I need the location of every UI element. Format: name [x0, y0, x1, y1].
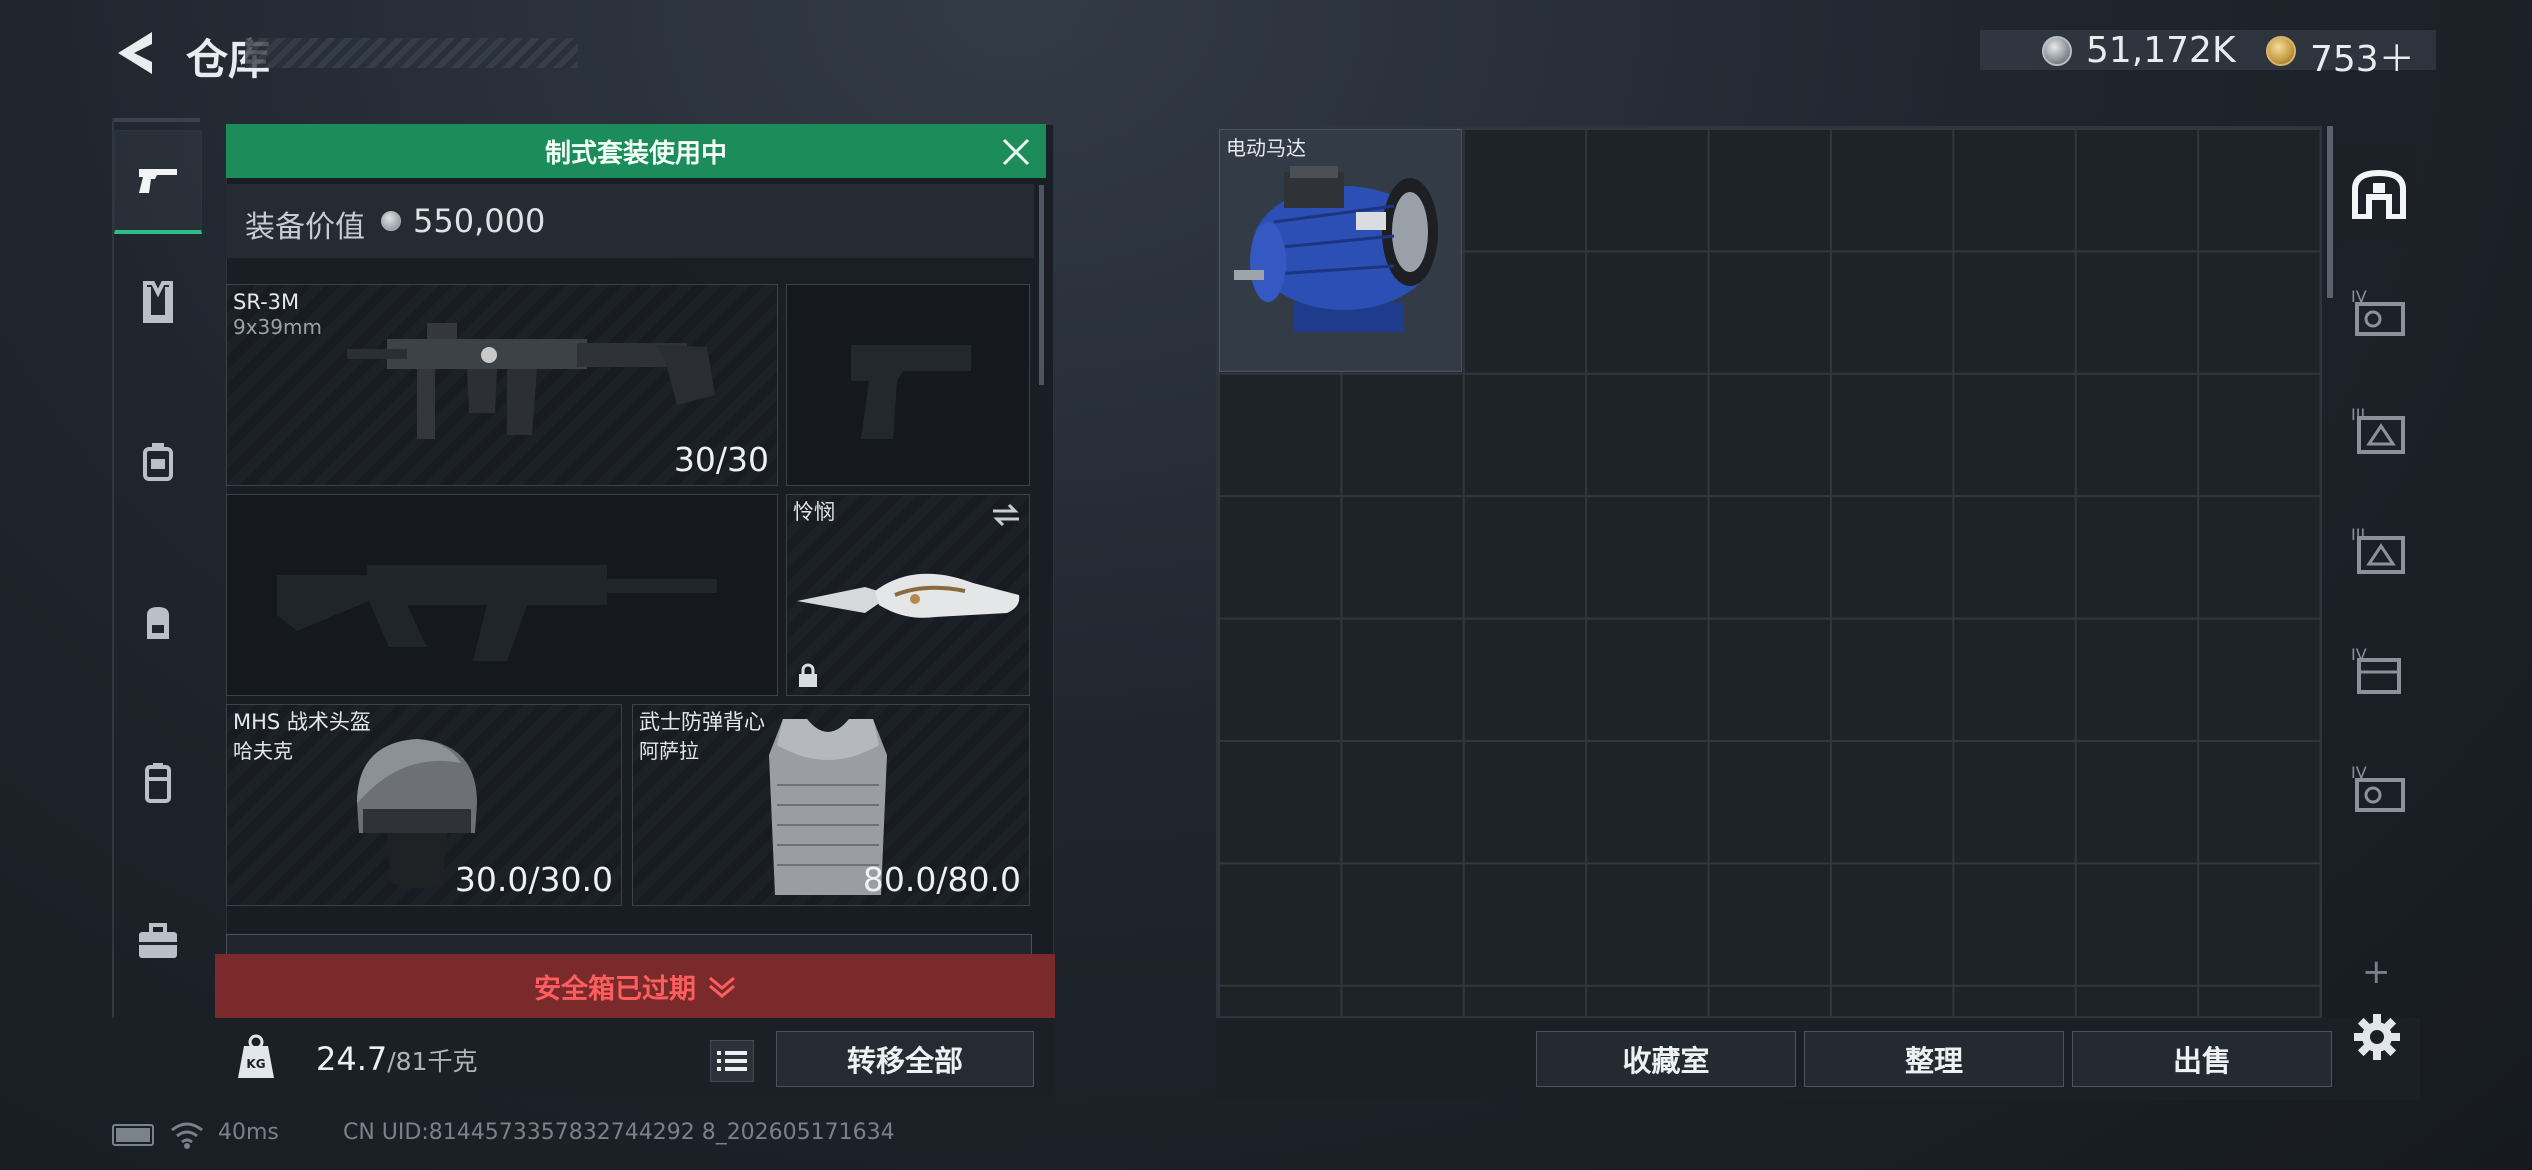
helmet-durability: 30.0/30.0: [454, 860, 613, 899]
back-arrow-icon[interactable]: [112, 28, 162, 78]
close-icon[interactable]: [1000, 136, 1032, 168]
gold-currency-amount[interactable]: 753＋: [2310, 30, 2415, 82]
safe-box-expired-notice[interactable]: 安全箱已过期: [215, 954, 1055, 1018]
secondary-primary-slot[interactable]: [226, 494, 778, 696]
secondary-weapon-slot[interactable]: [786, 284, 1030, 486]
helmet-slot[interactable]: MHS 战术头盔 哈夫克 30.0/30.0: [226, 704, 622, 906]
silver-coin-icon: [2042, 36, 2072, 66]
gold-coin-icon: [2266, 36, 2296, 66]
weight-current: 24.7: [316, 1040, 388, 1078]
sidebar-item-chest-rig[interactable]: [114, 410, 202, 514]
list-icon: [717, 1051, 747, 1071]
tab-container-3[interactable]: III: [2340, 500, 2418, 604]
tab-container-5[interactable]: IV: [2340, 738, 2418, 842]
silver-coin-icon: [381, 211, 401, 231]
sidebar-item-weapons[interactable]: [114, 130, 202, 234]
sidebar-item-backpack[interactable]: [114, 570, 202, 674]
body-armor-slot[interactable]: 武士防弹背心 阿萨拉 80.0/80.0: [632, 704, 1030, 906]
helmet-brand: 哈夫克: [233, 739, 293, 763]
container-icon: IV: [2351, 763, 2405, 812]
silver-currency-amount[interactable]: 51,172K: [2086, 30, 2236, 71]
electric-motor-image: [1234, 166, 1438, 332]
sidebar-item-safe-box[interactable]: [114, 890, 202, 994]
container-icon: III: [2351, 525, 2405, 574]
tab-container-1[interactable]: IV: [2340, 262, 2418, 366]
wifi-icon: [171, 1122, 203, 1149]
sell-button[interactable]: 出售: [2072, 1031, 2332, 1087]
collection-room-button[interactable]: 收藏室: [1536, 1031, 1796, 1087]
storage-scrollbar[interactable]: [2327, 126, 2333, 298]
weapon-caliber: 9x39mm: [233, 315, 322, 339]
ammo-count: 30/30: [673, 440, 769, 479]
sidebar-item-armor[interactable]: [114, 250, 202, 354]
chevron-down-icon: [709, 976, 735, 998]
backpack-icon: [147, 607, 169, 639]
armor-name: 武士防弹背心: [639, 710, 765, 734]
transfer-all-button[interactable]: 转移全部: [776, 1031, 1034, 1087]
pouch-icon: [145, 763, 171, 803]
equipment-value-label: 装备价值: [245, 210, 365, 245]
equipment-value-amount: 550,000: [413, 202, 546, 240]
container-icon: IV: [2351, 645, 2401, 694]
user-uid: CN UID:8144573357832744292 8_20260517163…: [343, 1120, 895, 1145]
melee-slot[interactable]: 怜悯: [786, 494, 1030, 696]
briefcase-icon: [139, 923, 177, 958]
item-name: 电动马达: [1226, 136, 1306, 160]
battery-icon: [112, 1124, 154, 1146]
armor-brand: 阿萨拉: [639, 739, 699, 763]
tab-main-storage[interactable]: [2340, 142, 2418, 246]
ping-readout: 40ms: [218, 1120, 279, 1145]
pistol-icon: [139, 168, 177, 193]
expired-text: 安全箱已过期: [534, 973, 696, 1005]
knife-image: [797, 573, 1020, 618]
storage-item[interactable]: 电动马达: [1219, 129, 1462, 372]
container-icon: III: [2351, 405, 2405, 454]
tab-container-4[interactable]: IV: [2340, 620, 2418, 724]
swap-icon[interactable]: [991, 503, 1021, 527]
storage-tabs: IV III III IV IV: [2340, 126, 2418, 1018]
list-view-button[interactable]: [710, 1040, 754, 1082]
weight-icon: KG: [238, 1034, 274, 1078]
primary-weapon-slot[interactable]: SR-3M 9x39mm 30/30: [226, 284, 778, 486]
rig-icon: [143, 443, 173, 481]
pistol-placeholder-icon: [851, 345, 971, 439]
sidebar-item-pouch[interactable]: [114, 730, 202, 834]
organize-button[interactable]: 整理: [1804, 1031, 2064, 1087]
title-decoration: [245, 38, 578, 68]
next-slot-partial: [226, 934, 1032, 954]
lock-icon: [799, 663, 817, 687]
rifle-image: [347, 323, 715, 439]
weight-max: /81千克: [387, 1047, 478, 1076]
preset-loadout-banner: 制式套装使用中: [226, 124, 1046, 178]
home-icon: [2352, 169, 2406, 219]
add-container-icon[interactable]: +: [2362, 952, 2391, 992]
loadout-sidebar: [112, 118, 202, 1018]
loadout-scrollbar[interactable]: [1039, 185, 1044, 385]
container-icon: IV: [2351, 287, 2405, 336]
gear-icon[interactable]: [2352, 1012, 2402, 1062]
armor-durability: 80.0/80.0: [862, 860, 1021, 899]
rifle-placeholder-icon: [277, 565, 717, 661]
vest-icon: [143, 281, 173, 323]
carry-weight: 24.7/81千克: [316, 1040, 478, 1078]
banner-text: 制式套装使用中: [544, 138, 727, 169]
svg-text:KG: KG: [246, 1057, 265, 1071]
weapon-name: SR-3M: [233, 290, 300, 314]
melee-name: 怜悯: [793, 500, 835, 524]
tab-container-2[interactable]: III: [2340, 380, 2418, 484]
